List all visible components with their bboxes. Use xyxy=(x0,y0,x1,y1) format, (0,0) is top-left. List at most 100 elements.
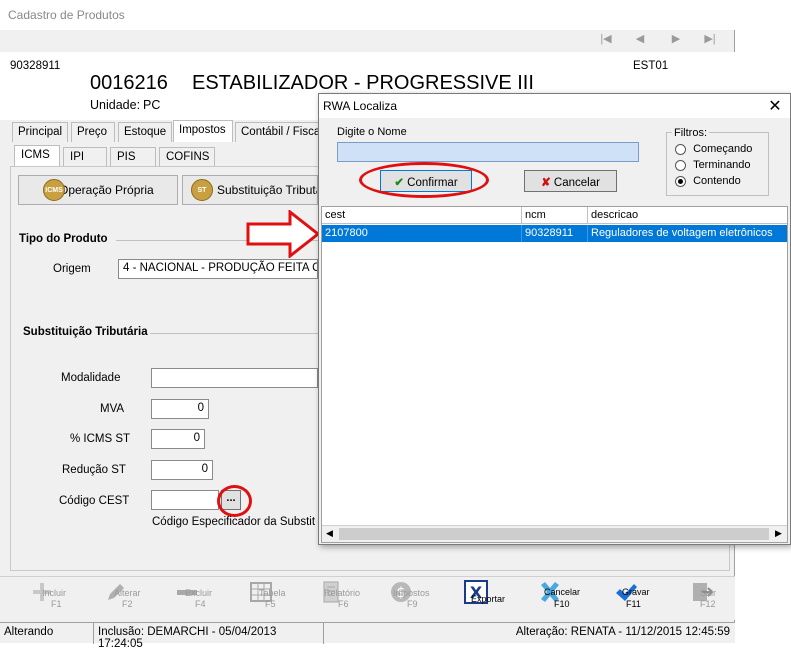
subst-trib-title: Substituição Tributária xyxy=(23,326,148,338)
excluir-button[interactable]: Excluir F4 xyxy=(155,580,219,620)
icms-st-field[interactable]: 0 xyxy=(151,429,205,449)
results-grid: cest ncm descricao 2107800 90328911 Regu… xyxy=(321,206,788,543)
gravar-key: F11 xyxy=(626,599,641,609)
product-code: 0016216 xyxy=(90,72,168,94)
subtab-icms[interactable]: ICMS xyxy=(14,145,60,167)
mva-field[interactable]: 0 xyxy=(151,399,209,419)
radio-icon xyxy=(675,159,686,171)
gravar-button[interactable]: Gravar F11 xyxy=(592,580,658,620)
tabela-button[interactable]: Tabela F5 xyxy=(229,580,293,620)
status-bar: Alterando Inclusão: DEMARCHI - 05/04/201… xyxy=(0,622,735,650)
incluir-key: F1 xyxy=(51,599,62,609)
icms-st-label: % ICMS ST xyxy=(70,433,131,445)
cancelar-key: F10 xyxy=(554,599,570,609)
tab-principal[interactable]: Principal xyxy=(12,122,68,142)
filters-title: Filtros: xyxy=(672,127,709,139)
store-code: EST01 xyxy=(633,60,669,72)
close-icon[interactable]: ✕ xyxy=(765,96,785,116)
cancelar-label: Cancelar xyxy=(544,587,581,597)
first-record-icon[interactable]: |◀ xyxy=(596,32,616,48)
tab-preco[interactable]: Preço xyxy=(71,122,115,142)
section-divider xyxy=(150,333,318,334)
status-inclusao: Inclusão: DEMARCHI - 05/04/2013 17:24:05 xyxy=(94,623,324,650)
tab-contabil-fiscal[interactable]: Contábil / Fiscal xyxy=(235,122,325,142)
modalidade-label: Modalidade xyxy=(61,372,121,384)
subtab-ipi[interactable]: IPI xyxy=(63,147,107,167)
excluir-label: Excluir xyxy=(185,588,213,598)
tipo-produto-title: Tipo do Produto xyxy=(19,233,108,245)
filter-terminando-label: Terminando xyxy=(693,159,751,171)
annotation-arrow-icon xyxy=(246,210,321,258)
title-bar: Cadastro de Produtos xyxy=(0,0,735,30)
column-header-descricao[interactable]: descricao xyxy=(588,207,787,224)
annotation-circle xyxy=(217,485,252,517)
horizontal-scrollbar[interactable]: ◀ ▶ xyxy=(322,525,787,542)
filter-contendo[interactable]: Contendo xyxy=(675,175,741,187)
column-header-cest[interactable]: cest xyxy=(322,207,522,224)
mva-label: MVA xyxy=(100,403,125,415)
subtab-cofins[interactable]: COFINS xyxy=(159,147,215,167)
search-input[interactable] xyxy=(337,142,639,162)
cancel-button[interactable]: ✘ Cancelar xyxy=(524,170,617,192)
table-row-ncm[interactable]: 90328911 xyxy=(522,225,588,242)
sair-label: Sair xyxy=(700,588,717,598)
excluir-key: F4 xyxy=(195,599,206,609)
exportar-button[interactable]: X Exportar xyxy=(441,580,511,620)
relatorio-button[interactable]: Relatório F6 xyxy=(298,580,366,620)
scroll-right-icon[interactable]: ▶ xyxy=(775,528,782,539)
tabela-key: F5 xyxy=(265,599,276,609)
cancelar-button[interactable]: Cancelar F10 xyxy=(514,580,584,620)
status-alteracao: Alteração: RENATA - 11/12/2015 12:45:59 xyxy=(515,626,730,638)
dialog-title-bar: RWA Localiza xyxy=(319,94,790,118)
relatorio-label: Relatório xyxy=(324,588,361,598)
subtab-pis[interactable]: PIS xyxy=(110,147,156,167)
scroll-left-icon[interactable]: ◀ xyxy=(326,528,333,539)
cest-hint: Código Especificador da Substit xyxy=(152,516,316,528)
alterar-key: F2 xyxy=(122,599,133,609)
origem-label: Origem xyxy=(53,263,91,275)
impostos-button[interactable]: $ Impostos F9 xyxy=(367,580,435,620)
tab-estoque[interactable]: Estoque xyxy=(118,122,172,142)
radio-icon xyxy=(675,143,686,155)
filter-comecando-label: Começando xyxy=(693,143,753,155)
impostos-label: Impostos xyxy=(393,588,430,598)
gravar-label: Gravar xyxy=(622,587,650,597)
impostos-key: F9 xyxy=(407,599,418,609)
incluir-button[interactable]: Incluir F1 xyxy=(10,580,74,620)
annotation-circle xyxy=(359,162,489,198)
origem-select[interactable]: 4 - NACIONAL - PRODUÇÃO FEITA CON xyxy=(118,259,318,279)
radio-selected-icon xyxy=(675,175,686,187)
cest-label: Código CEST xyxy=(59,495,130,507)
next-record-icon[interactable]: ▶ xyxy=(666,32,686,48)
operacao-propria-label: Operação Própria xyxy=(59,183,154,197)
modalidade-field[interactable] xyxy=(151,368,318,388)
reducao-st-field[interactable]: 0 xyxy=(151,460,213,480)
table-row-descricao[interactable]: Reguladores de voltagem eletrônicos xyxy=(588,225,787,242)
substituicao-tributaria-button[interactable]: ST Substituição Tributária xyxy=(182,175,318,205)
cancel-label: Cancelar xyxy=(553,177,600,189)
tab-impostos[interactable]: Impostos xyxy=(173,120,233,142)
prev-record-icon[interactable]: ◀ xyxy=(630,32,650,48)
scrollbar-thumb[interactable] xyxy=(339,528,769,540)
tabela-label: Tabela xyxy=(259,588,286,598)
money-bag-icon: ICMS xyxy=(43,179,65,201)
rwa-localiza-dialog: RWA Localiza ✕ Digite o Nome ✔ Confirmar… xyxy=(318,93,791,545)
filter-contendo-label: Contendo xyxy=(693,175,741,187)
alterar-label: Alterar xyxy=(114,588,141,598)
cest-field[interactable] xyxy=(151,490,219,510)
search-label: Digite o Nome xyxy=(337,126,407,138)
dialog-title: RWA Localiza xyxy=(323,99,398,113)
sair-button[interactable]: Sair F12 xyxy=(670,580,732,620)
operacao-propria-button[interactable]: ICMS Operação Própria xyxy=(18,175,178,205)
column-header-ncm[interactable]: ncm xyxy=(522,207,588,224)
relatorio-key: F6 xyxy=(338,599,349,609)
filter-terminando[interactable]: Terminando xyxy=(675,159,751,171)
table-row[interactable]: 2107800 xyxy=(322,225,522,242)
filter-comecando[interactable]: Começando xyxy=(675,143,752,155)
reducao-st-label: Redução ST xyxy=(62,464,126,476)
last-record-icon[interactable]: ▶| xyxy=(700,32,720,48)
x-icon: ✘ xyxy=(541,177,551,189)
alterar-button[interactable]: Alterar F2 xyxy=(84,580,148,620)
unit-label: Unidade: xyxy=(90,98,141,112)
unit-value: PC xyxy=(143,98,161,112)
